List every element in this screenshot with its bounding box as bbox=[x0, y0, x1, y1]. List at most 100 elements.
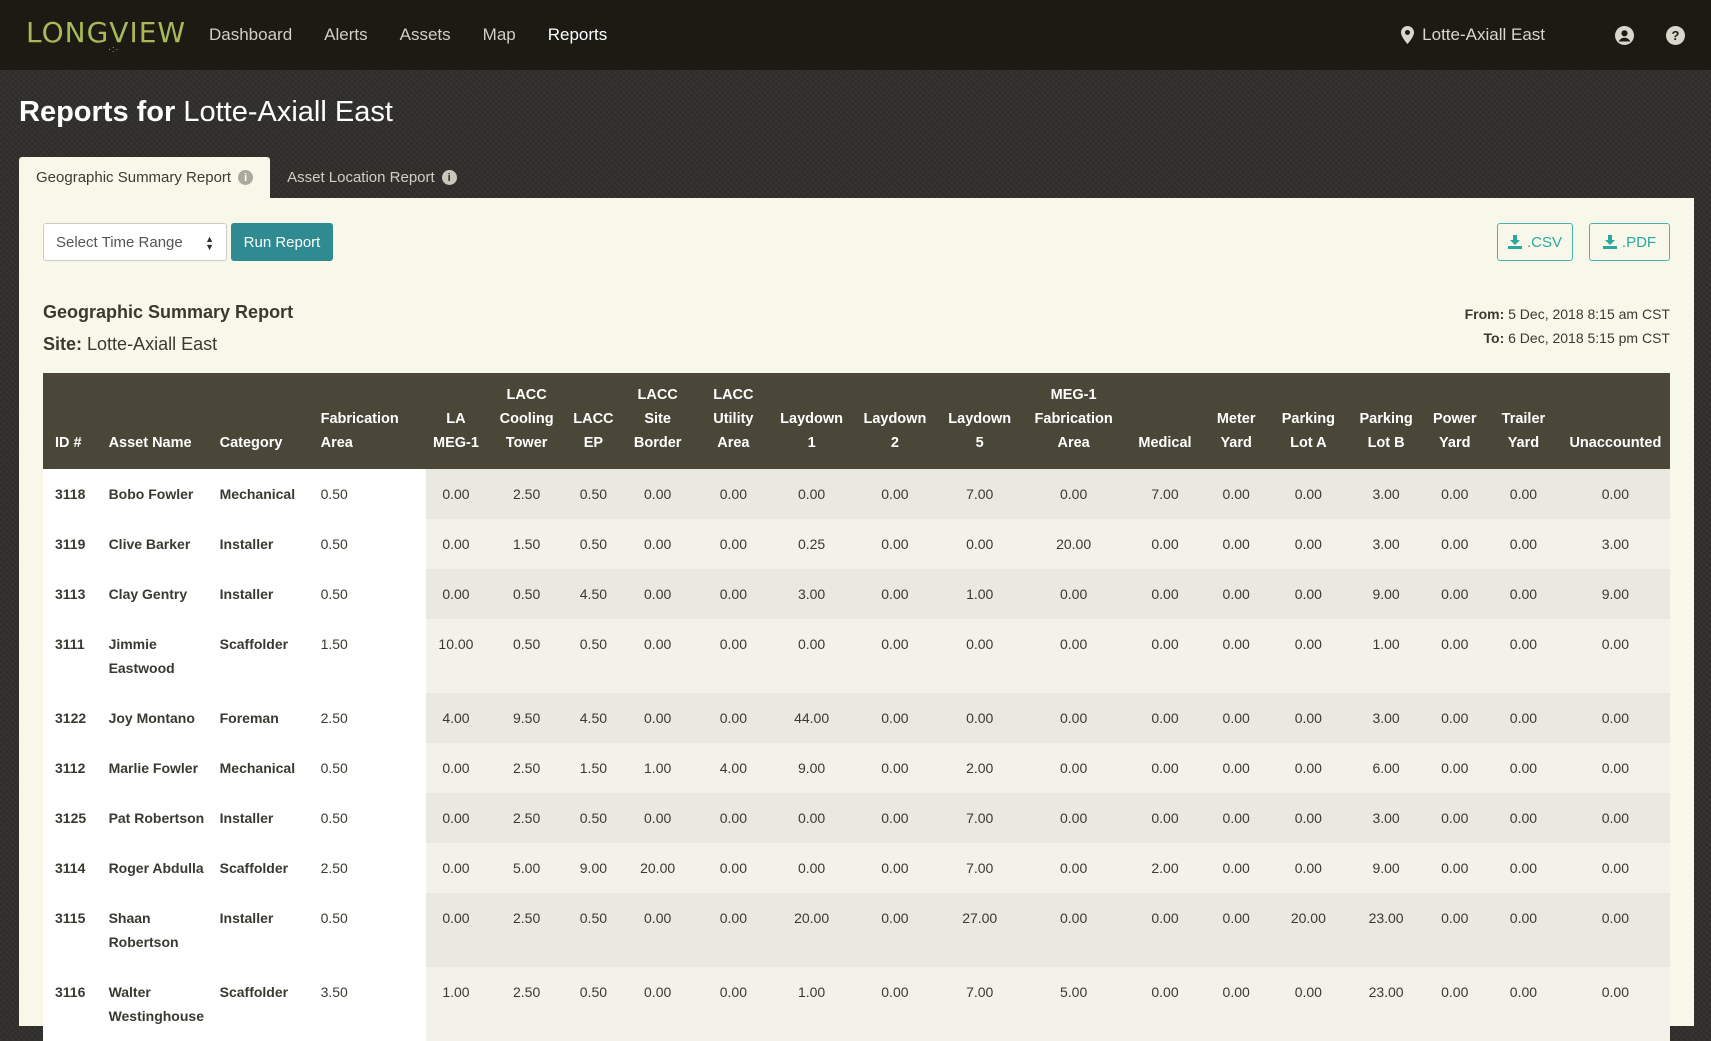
hours-cell: 4.50 bbox=[567, 569, 620, 619]
nav-dashboard[interactable]: Dashboard bbox=[209, 25, 292, 45]
column-header[interactable]: Medical bbox=[1125, 373, 1205, 469]
column-header[interactable]: Parking Lot B bbox=[1348, 373, 1424, 469]
asset-category: Scaffolder bbox=[213, 843, 315, 893]
site-selector[interactable]: Lotte-Axiall East bbox=[1401, 25, 1545, 45]
nav-alerts[interactable]: Alerts bbox=[324, 25, 367, 45]
column-header[interactable]: Trailer Yard bbox=[1486, 373, 1561, 469]
hours-cell: 0.00 bbox=[1423, 967, 1487, 1041]
column-header[interactable]: Parking Lot A bbox=[1267, 373, 1349, 469]
column-header[interactable]: Fabrication Area bbox=[314, 373, 426, 469]
hours-cell: 0.00 bbox=[851, 743, 938, 793]
hours-cell: 0.00 bbox=[619, 619, 696, 693]
from-label: From: bbox=[1464, 306, 1505, 322]
report-from: From: 5 Dec, 2018 8:15 am CST bbox=[1465, 302, 1670, 326]
asset-category: Installer bbox=[213, 793, 315, 843]
hours-cell: 2.50 bbox=[314, 693, 426, 743]
hours-cell: 0.00 bbox=[851, 693, 938, 743]
hours-cell: 0.00 bbox=[851, 519, 938, 569]
column-header[interactable]: Power Yard bbox=[1423, 373, 1487, 469]
hours-cell: 0.00 bbox=[695, 793, 772, 843]
asset-name: Pat Robertson bbox=[102, 793, 214, 843]
hours-cell: 0.00 bbox=[1204, 619, 1268, 693]
info-icon[interactable]: i bbox=[441, 170, 457, 185]
hours-cell: 0.00 bbox=[695, 693, 772, 743]
column-header[interactable]: LACC Cooling Tower bbox=[486, 373, 567, 469]
hours-cell: 1.50 bbox=[314, 619, 426, 693]
asset-id: 3114 bbox=[43, 843, 103, 893]
hours-cell: 2.50 bbox=[486, 793, 567, 843]
column-header[interactable]: LACC Utility Area bbox=[695, 373, 772, 469]
pdf-download-button[interactable]: .PDF bbox=[1589, 223, 1670, 261]
hours-cell: 0.00 bbox=[695, 569, 772, 619]
hours-cell: 3.00 bbox=[1348, 693, 1424, 743]
hours-cell: 0.00 bbox=[1560, 619, 1670, 693]
column-header[interactable]: Laydown 5 bbox=[937, 373, 1022, 469]
tab-geographic-summary[interactable]: Geographic Summary Report i bbox=[19, 157, 271, 198]
column-header[interactable]: MEG-1 Fabrication Area bbox=[1021, 373, 1126, 469]
asset-id: 3125 bbox=[43, 793, 103, 843]
hours-cell: 0.00 bbox=[1021, 743, 1126, 793]
hours-cell: 0.00 bbox=[1267, 843, 1349, 893]
hours-cell: 0.00 bbox=[1560, 793, 1670, 843]
hours-cell: 0.00 bbox=[1125, 793, 1205, 843]
asset-category: Scaffolder bbox=[213, 619, 315, 693]
hours-cell: 0.00 bbox=[1486, 743, 1561, 793]
hours-cell: 0.00 bbox=[1204, 519, 1268, 569]
info-icon[interactable]: i bbox=[238, 170, 254, 185]
column-header[interactable]: LACC EP bbox=[567, 373, 620, 469]
hours-cell: 0.00 bbox=[1560, 743, 1670, 793]
hours-cell: 0.00 bbox=[695, 619, 772, 693]
hours-cell: 0.00 bbox=[425, 469, 487, 519]
asset-id: 3112 bbox=[43, 743, 103, 793]
help-circle-icon[interactable]: ? bbox=[1666, 25, 1685, 45]
hours-cell: 4.50 bbox=[567, 693, 620, 743]
hours-cell: 0.00 bbox=[1486, 843, 1561, 893]
hours-cell: 0.00 bbox=[695, 519, 772, 569]
hours-cell: 0.50 bbox=[314, 519, 426, 569]
asset-id: 3116 bbox=[43, 967, 103, 1041]
nav-assets[interactable]: Assets bbox=[400, 25, 451, 45]
hours-cell: 0.50 bbox=[486, 569, 567, 619]
time-range-select[interactable]: Select Time Range ▲ ▼ bbox=[43, 223, 227, 261]
hours-cell: 0.00 bbox=[851, 893, 938, 967]
column-header[interactable]: Unaccounted bbox=[1560, 373, 1670, 469]
column-header[interactable]: Asset Name bbox=[102, 373, 214, 469]
asset-name: Clay Gentry bbox=[102, 569, 214, 619]
to-label: To: bbox=[1483, 330, 1505, 346]
nav-reports[interactable]: Reports bbox=[548, 25, 608, 45]
column-header[interactable]: Category bbox=[213, 373, 315, 469]
table-header-row: ID # Asset Name Category Fabrication Area LA… bbox=[43, 373, 1670, 469]
column-header[interactable]: LACC Site Border bbox=[619, 373, 696, 469]
hours-cell: 0.00 bbox=[1267, 469, 1349, 519]
user-circle-icon[interactable] bbox=[1615, 25, 1634, 45]
run-report-button[interactable]: Run Report bbox=[231, 223, 333, 261]
hours-cell: 0.00 bbox=[425, 569, 487, 619]
hours-cell: 0.00 bbox=[1204, 967, 1268, 1041]
hours-cell: 0.00 bbox=[1204, 743, 1268, 793]
hours-cell: 5.00 bbox=[486, 843, 567, 893]
column-header[interactable]: Meter Yard bbox=[1204, 373, 1268, 469]
hours-cell: 0.00 bbox=[1125, 967, 1205, 1041]
nav-map[interactable]: Map bbox=[483, 25, 516, 45]
asset-category: Foreman bbox=[213, 693, 315, 743]
hours-cell: 0.00 bbox=[851, 843, 938, 893]
column-header[interactable]: LA MEG-1 bbox=[425, 373, 487, 469]
hours-cell: 0.50 bbox=[567, 519, 620, 569]
hours-cell: 0.00 bbox=[1267, 569, 1349, 619]
column-header[interactable]: ID # bbox=[43, 373, 103, 469]
hours-cell: 0.00 bbox=[771, 619, 852, 693]
table-row: 3118 Bobo Fowler Mechanical 0.50 0.00 2.50 0.5… bbox=[43, 469, 1670, 519]
tab-asset-location[interactable]: Asset Location Report i bbox=[270, 157, 474, 198]
hours-cell: 0.00 bbox=[695, 469, 772, 519]
column-header[interactable]: Laydown 2 bbox=[851, 373, 938, 469]
asset-name: Bobo Fowler bbox=[102, 469, 214, 519]
hours-cell: 2.50 bbox=[486, 743, 567, 793]
hours-cell: 0.00 bbox=[771, 793, 852, 843]
asset-name: Joy Montano bbox=[102, 693, 214, 743]
column-header[interactable]: Laydown 1 bbox=[771, 373, 852, 469]
hours-cell: 0.00 bbox=[1125, 743, 1205, 793]
logo[interactable]: LONGVIEW bbox=[26, 16, 186, 49]
csv-label: .CSV bbox=[1526, 233, 1562, 251]
tab-label: Asset Location Report bbox=[287, 169, 435, 186]
csv-download-button[interactable]: .CSV bbox=[1497, 223, 1573, 261]
